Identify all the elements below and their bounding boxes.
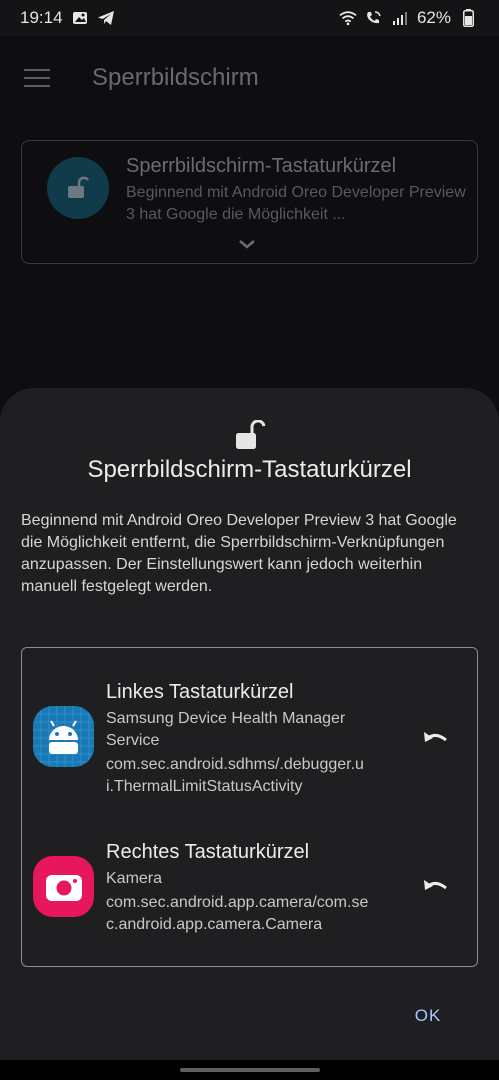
page-title: Sperrbildschirm	[92, 64, 259, 91]
card-description: Beginnend mit Android Oreo Developer Pre…	[126, 184, 466, 223]
left-shortcut-component: com.sec.android.sdhms/.debugger.ui.Therm…	[106, 756, 364, 795]
app-bar: Sperrbildschirm	[0, 36, 499, 120]
dialog-title: Sperrbildschirm-Tastaturkürzel	[87, 456, 412, 483]
device-health-app-icon	[33, 706, 94, 767]
right-shortcut-app: Kamera	[106, 870, 163, 887]
menu-icon[interactable]	[24, 69, 50, 87]
wifi-calling-icon	[365, 9, 383, 27]
status-bar-right: 62%	[339, 8, 477, 28]
home-gesture-handle[interactable]	[179, 1068, 320, 1072]
ok-button[interactable]: OK	[404, 1006, 452, 1034]
left-shortcut-item[interactable]: Linkes Tastaturkürzel Samsung Device Hea…	[22, 648, 479, 808]
battery-percent: 62%	[416, 8, 451, 27]
navigation-bar	[0, 1060, 499, 1080]
status-time: 19:14	[20, 8, 63, 27]
right-shortcut-item[interactable]: Rechtes Tastaturkürzel Kamera com.sec.an…	[22, 808, 479, 968]
wifi-icon	[339, 9, 357, 27]
status-bar-left: 19:14	[20, 8, 115, 28]
right-shortcut-undo-icon[interactable]	[420, 874, 452, 900]
status-bar: 19:14 62%	[0, 0, 499, 36]
shortcut-list: Linkes Tastaturkürzel Samsung Device Hea…	[21, 647, 478, 967]
shortcut-dialog: Sperrbildschirm-Tastaturkürzel Beginnend…	[0, 388, 499, 1060]
right-shortcut-component: com.sec.android.app.camera/com.sec.andro…	[106, 894, 369, 933]
battery-icon	[459, 9, 477, 27]
chevron-down-icon[interactable]	[238, 237, 256, 255]
card-title: Sperrbildschirm-Tastaturkürzel	[126, 155, 397, 177]
image-icon	[71, 9, 89, 27]
dialog-description: Beginnend mit Android Oreo Developer Pre…	[21, 512, 457, 595]
unlock-icon	[234, 419, 266, 455]
signal-icon	[391, 9, 409, 27]
left-shortcut-app: Samsung Device Health Manager Service	[106, 710, 346, 749]
camera-app-icon	[33, 856, 94, 917]
left-shortcut-undo-icon[interactable]	[420, 726, 452, 752]
card-unlock-icon	[47, 157, 109, 219]
lockscreen-shortcut-card[interactable]: Sperrbildschirm-Tastaturkürzel Beginnend…	[21, 140, 478, 264]
right-shortcut-title: Rechtes Tastaturkürzel	[106, 841, 310, 863]
left-shortcut-title: Linkes Tastaturkürzel	[106, 681, 294, 703]
telegram-icon	[97, 9, 115, 27]
